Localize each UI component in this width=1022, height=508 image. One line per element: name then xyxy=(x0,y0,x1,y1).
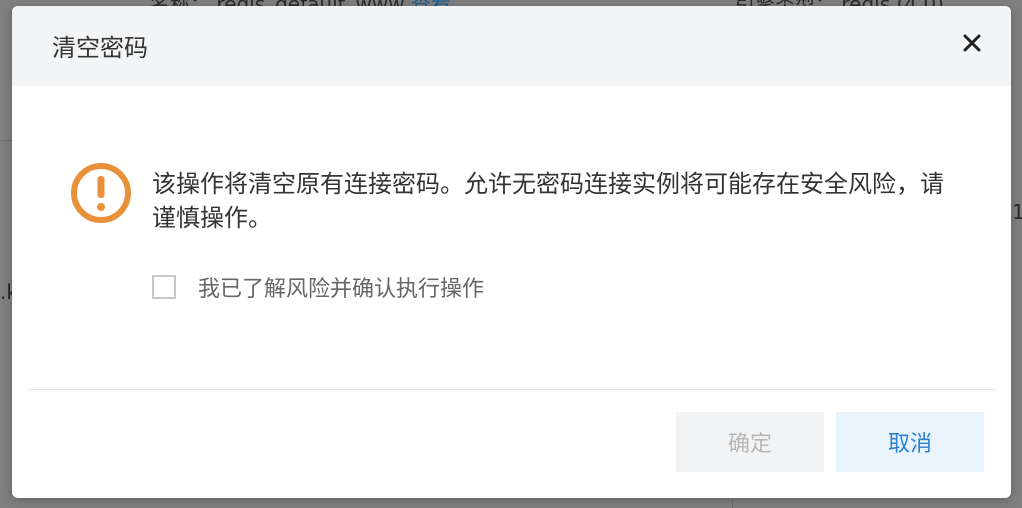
close-icon xyxy=(963,34,981,52)
close-button[interactable] xyxy=(961,32,983,54)
bg-divider xyxy=(0,140,12,141)
cancel-button[interactable]: 取消 xyxy=(836,412,984,472)
acknowledge-risk-checkbox-row[interactable]: 我已了解风险并确认执行操作 xyxy=(152,272,484,302)
dialog-header: 清空密码 xyxy=(12,6,1011,86)
dialog-title: 清空密码 xyxy=(52,34,148,62)
warning-message: 该操作将清空原有连接密码。允许无密码连接实例将可能存在安全风险，请谨慎操作。 xyxy=(152,170,944,232)
bg-right-edge-text: 1 xyxy=(1012,200,1022,224)
footer-divider xyxy=(28,389,996,390)
clear-password-dialog: 清空密码 该操作将清空原有连接密码。允许无密码连接实例将可能存在安全风险，请谨慎… xyxy=(12,6,1011,498)
bg-divider xyxy=(732,498,733,508)
checkbox-label: 我已了解风险并确认执行操作 xyxy=(198,277,485,302)
acknowledge-risk-checkbox[interactable] xyxy=(152,275,176,299)
warning-circle-icon xyxy=(70,162,132,224)
confirm-button[interactable]: 确定 xyxy=(676,412,824,472)
